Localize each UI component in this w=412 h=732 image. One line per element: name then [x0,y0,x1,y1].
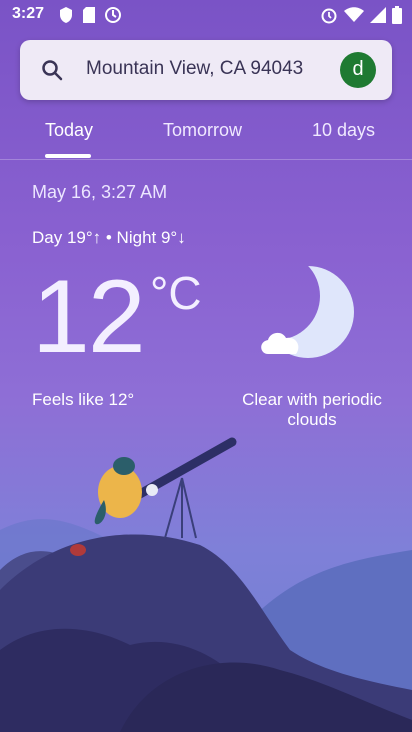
day-night-temps: Day 19°↑ • Night 9°↓ [32,228,186,247]
moon-cloud-icon [258,262,358,366]
status-time: 3:27 [12,5,45,22]
feels-like: Feels like 12° [32,390,135,409]
sync-icon [105,7,121,23]
search-icon[interactable] [40,58,64,82]
active-tab-indicator [45,154,91,158]
temperature-unit: °C [150,267,202,319]
status-icons-left [58,6,122,24]
current-temperature: 12 [32,259,146,375]
tab-tomorrow[interactable]: Tomorrow [163,120,242,141]
night-illustration [0,420,412,732]
sd-card-icon [83,7,95,23]
tab-today[interactable]: Today [45,120,93,141]
tabs-divider [0,159,412,160]
alarm-icon [321,8,337,24]
date-time: May 16, 3:27 AM [32,182,168,202]
wifi-icon [344,7,364,22]
tab-bar: Today Tomorrow 10 days [0,112,412,160]
shield-icon [60,7,72,23]
signal-icon [370,7,386,23]
avatar[interactable]: d [340,52,376,88]
location-text[interactable]: Mountain View, CA 94043 [86,58,303,80]
tab-10-days[interactable]: 10 days [312,120,375,141]
battery-icon [392,6,402,24]
status-bar: 3:27 [0,0,412,32]
status-icons-right [320,6,402,24]
search-bar[interactable]: Mountain View, CA 94043 d [20,40,392,100]
